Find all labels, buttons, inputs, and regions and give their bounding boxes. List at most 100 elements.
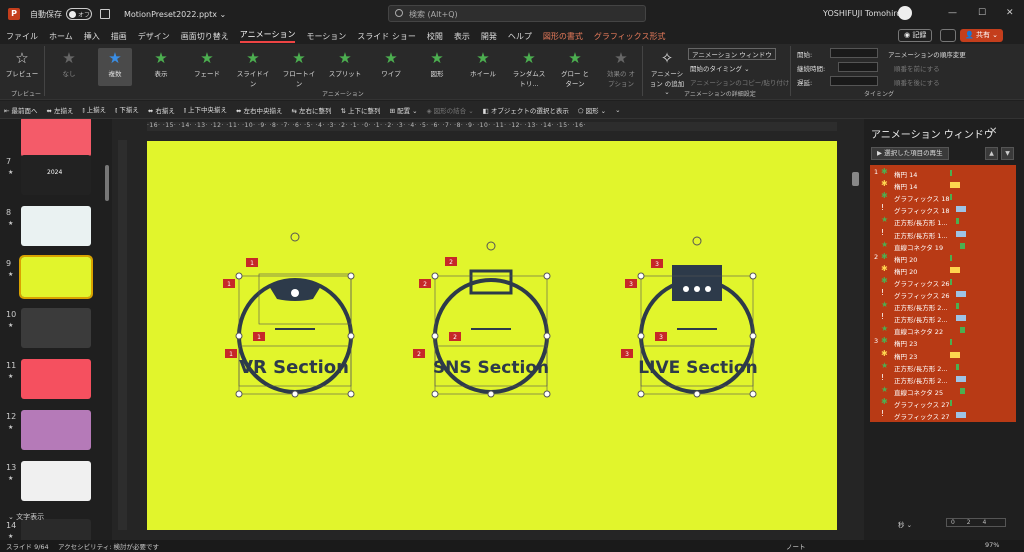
slide-thumbnail[interactable] [21, 119, 91, 157]
timeline-bar[interactable] [950, 194, 952, 201]
vr-section-group[interactable]: VR Section 1 1 1 1 [223, 232, 355, 398]
minimize-button[interactable]: — [948, 8, 957, 18]
resize-handle[interactable] [431, 390, 439, 398]
resize-handle[interactable] [431, 332, 439, 340]
slide-thumbnail[interactable] [21, 410, 91, 450]
tab-14[interactable]: グラフィックス形式 [594, 31, 666, 42]
animation-item[interactable]: 2 ✱ 楕円 20 [870, 252, 1016, 264]
qat-item-4[interactable]: ⬌ 右揃え [148, 105, 175, 115]
animation-item[interactable]: ★ 直線コネクタ 22 [870, 324, 1016, 336]
tab-6[interactable]: アニメーション [239, 29, 296, 43]
slide-thumbnail[interactable] [21, 206, 91, 246]
tab-5[interactable]: 画面切り替え [181, 31, 229, 42]
animation-option-4[interactable]: ★ スライドイン [236, 48, 270, 88]
share-button[interactable]: 👤 共有 ⌄ [960, 29, 1004, 42]
timeline-bar[interactable] [950, 170, 952, 176]
animation-item[interactable]: ✱ 楕円 20 [870, 264, 1016, 276]
animation-option-5[interactable]: ★ フロートイン [282, 48, 316, 88]
animation-item[interactable]: ! グラフィックス 18 [870, 203, 1016, 215]
animation-option-10[interactable]: ★ ランダムストリ... [512, 48, 546, 88]
seconds-dropdown[interactable]: 秒 ⌄ [898, 519, 912, 529]
timeline-bar[interactable] [950, 266, 960, 273]
tab-0[interactable]: ファイル [6, 31, 38, 42]
slide-thumbnail[interactable] [21, 519, 91, 540]
delay-input[interactable] [830, 76, 878, 86]
animation-item[interactable]: ! 正方形/長方形 2... [870, 373, 1016, 385]
rotate-handle-icon[interactable] [290, 232, 300, 242]
resize-handle[interactable] [291, 390, 299, 398]
animation-item[interactable]: 3 ✱ 楕円 23 [870, 336, 1016, 348]
tab-7[interactable]: モーション [306, 31, 346, 42]
animation-item[interactable]: ! 正方形/長方形 2... [870, 312, 1016, 324]
animation-item[interactable]: ✱ 楕円 23 [870, 349, 1016, 361]
qat-item-2[interactable]: ⫾ 上揃え [83, 104, 107, 115]
resize-handle[interactable] [749, 332, 757, 340]
tab-9[interactable]: 校閲 [427, 31, 443, 42]
animation-item[interactable]: ★ 正方形/長方形 2... [870, 361, 1016, 373]
avatar[interactable] [898, 6, 912, 20]
comments-button[interactable] [940, 29, 956, 42]
resize-handle[interactable] [637, 390, 645, 398]
timeline-bar[interactable] [950, 351, 960, 358]
animation-item[interactable]: ✱ グラフィックス 27 [870, 397, 1016, 409]
trigger-button[interactable]: 開始のタイミング ⌄ [690, 63, 750, 73]
animation-item[interactable]: ★ 直線コネクタ 25 [870, 385, 1016, 397]
qat-item-6[interactable]: ⬌ 左右中央揃え [236, 105, 283, 115]
resize-handle[interactable] [637, 332, 645, 340]
timeline-bar[interactable] [956, 412, 966, 418]
rotate-handle-icon[interactable] [486, 241, 496, 251]
animation-option-11[interactable]: ★ グロー とターン [558, 48, 592, 88]
resize-handle[interactable] [347, 272, 355, 280]
animation-item[interactable]: ✱ グラフィックス 26 [870, 276, 1016, 288]
tab-11[interactable]: 開発 [481, 31, 497, 42]
qat-item-13[interactable]: ⌄ [615, 106, 620, 114]
resize-handle[interactable] [431, 272, 439, 280]
resize-handle[interactable] [749, 390, 757, 398]
close-pane-button[interactable]: ✕ [989, 126, 997, 137]
outline-toggle[interactable]: ⌄ 文字表示 [8, 512, 44, 522]
qat-item-5[interactable]: ⫾ 上下中央揃え [184, 104, 227, 115]
start-dropdown[interactable] [830, 48, 878, 58]
timeline-bar[interactable] [960, 327, 965, 334]
resize-handle[interactable] [543, 390, 551, 398]
canvas-scrollbar[interactable] [852, 172, 859, 186]
tab-10[interactable]: 表示 [454, 31, 470, 42]
qat-item-0[interactable]: ⇤ 最前面へ [4, 105, 38, 115]
animation-option-8[interactable]: ★ 図形 [420, 48, 454, 86]
timeline-bar[interactable] [956, 230, 966, 237]
tab-3[interactable]: 描画 [111, 31, 127, 42]
timeline-scale[interactable]: 0 2 4 [946, 518, 1006, 527]
sns-section-group[interactable]: SNS Section 2 2 2 2 [413, 241, 551, 398]
zoom-level[interactable]: 97% [985, 541, 999, 549]
animation-option-3[interactable]: ★ フェード [190, 48, 224, 86]
slide-thumbnail[interactable]: 2024 [21, 155, 91, 195]
move-down-button[interactable]: ▼ [1001, 147, 1014, 160]
animation-item[interactable]: ! グラフィックス 27 [870, 409, 1016, 421]
slide-thumbnail[interactable] [21, 359, 91, 399]
resize-handle[interactable] [347, 332, 355, 340]
timeline-bar[interactable] [956, 375, 966, 382]
timeline-bar[interactable] [950, 182, 960, 189]
timeline-bar[interactable] [950, 399, 952, 406]
timeline-bar[interactable] [956, 206, 966, 213]
qat-item-7[interactable]: ⇆ 左右に整列 [292, 105, 332, 115]
slide-thumbnail[interactable] [21, 308, 91, 348]
thumbnails-scrollbar[interactable] [105, 165, 109, 201]
preview-button[interactable]: ☆ プレビュー [5, 48, 39, 86]
resize-handle[interactable] [235, 272, 243, 280]
timeline-bar[interactable] [960, 242, 965, 249]
rotate-handle-icon[interactable] [692, 236, 702, 246]
timeline-bar[interactable] [956, 291, 966, 297]
slide[interactable]: VR Section 1 1 1 1 SNS Section 2 2 2 2 L… [147, 141, 837, 530]
resize-handle[interactable] [543, 332, 551, 340]
qat-item-3[interactable]: ⫾ 下揃え [115, 104, 139, 115]
qat-item-1[interactable]: ⬌ 左揃え [47, 105, 74, 115]
animation-option-2[interactable]: ★ 表示 [144, 48, 178, 86]
duration-input[interactable] [838, 62, 878, 72]
resize-handle[interactable] [487, 390, 495, 398]
move-up-button[interactable]: ▲ [985, 147, 998, 160]
resize-handle[interactable] [235, 390, 243, 398]
resize-handle[interactable] [637, 272, 645, 280]
slide-thumbnail[interactable] [21, 461, 91, 501]
save-icon[interactable] [100, 9, 110, 19]
